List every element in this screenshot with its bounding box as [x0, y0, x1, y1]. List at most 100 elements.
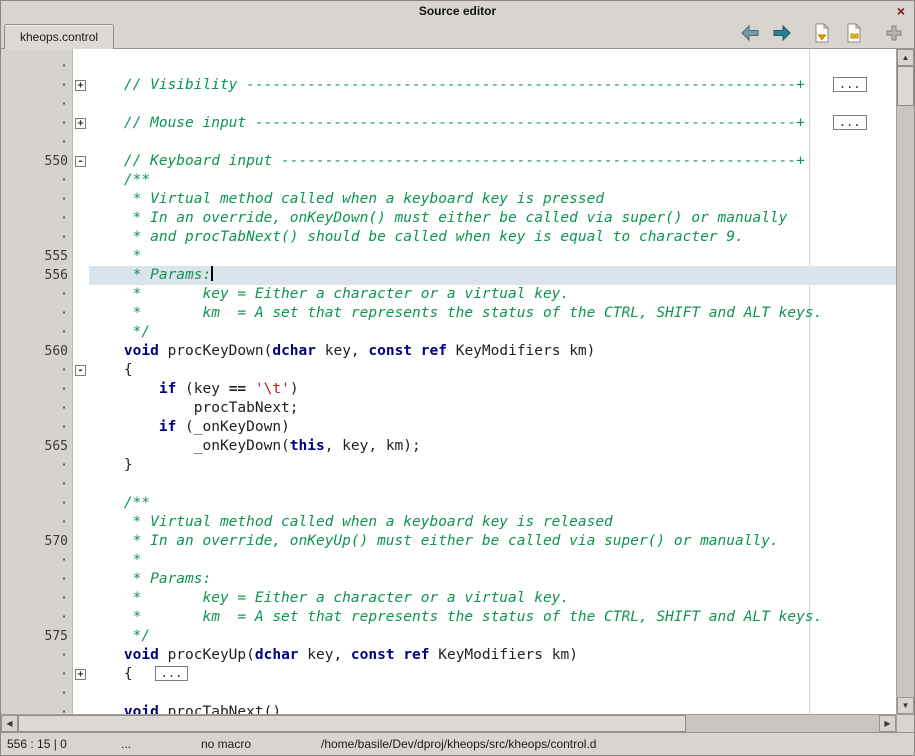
code-text[interactable]: if (key == '\t') [89, 380, 896, 399]
collapsed-fold-box[interactable]: ... [833, 115, 867, 130]
tab-kheops-control[interactable]: kheops.control [4, 24, 114, 49]
code-text[interactable] [89, 475, 896, 494]
scroll-down-icon[interactable]: ▼ [897, 697, 914, 714]
code-line[interactable]: · * Virtual method called when a keyboar… [1, 190, 896, 209]
code-text[interactable] [89, 684, 896, 703]
fold-toggle-icon[interactable]: - [75, 365, 86, 376]
code-text[interactable]: // Mouse input -------------------------… [89, 114, 896, 133]
vertical-scrollbar[interactable]: ▲ ▼ [896, 49, 914, 714]
code-line[interactable]: 556 * Params: [1, 266, 896, 285]
code-line[interactable]: · */ [1, 323, 896, 342]
document-button[interactable] [810, 23, 834, 47]
code-text[interactable]: * In an override, onKeyUp() must either … [89, 532, 896, 551]
code-line[interactable]: 555 * [1, 247, 896, 266]
code-text[interactable] [89, 57, 896, 76]
code-text[interactable]: * Virtual method called when a keyboard … [89, 513, 896, 532]
code-text[interactable]: void procKeyUp(dchar key, const ref KeyM… [89, 646, 896, 665]
code-text[interactable]: {... [89, 665, 896, 684]
code-text[interactable]: void procKeyDown(dchar key, const ref Ke… [89, 342, 896, 361]
code-line[interactable]: · * key = Either a character or a virtua… [1, 285, 896, 304]
go-forward-button[interactable] [770, 23, 794, 47]
code-line[interactable]: 550- // Keyboard input -----------------… [1, 152, 896, 171]
scroll-right-icon[interactable]: ▶ [879, 715, 896, 732]
code-line[interactable]: 575 */ [1, 627, 896, 646]
code-text[interactable]: * [89, 551, 896, 570]
keyword-text: dchar [272, 343, 316, 359]
code-line[interactable]: · [1, 57, 896, 76]
code-line[interactable]: ·+ // Mouse input ----------------------… [1, 114, 896, 133]
code-text[interactable]: */ [89, 323, 896, 342]
code-text[interactable]: procTabNext; [89, 399, 896, 418]
code-text[interactable]: * [89, 247, 896, 266]
code-editor[interactable]: ··+ // Visibility ----------------------… [1, 49, 896, 714]
code-line[interactable]: · /** [1, 171, 896, 190]
code-line[interactable]: ·+ // Visibility -----------------------… [1, 76, 896, 95]
code-line[interactable]: · void procTabNext() [1, 703, 896, 714]
code-line[interactable]: · * key = Either a character or a virtua… [1, 589, 896, 608]
document-save-button[interactable] [842, 23, 866, 47]
vertical-scrollbar-thumb[interactable] [897, 66, 914, 106]
collapsed-fold-box[interactable]: ... [155, 666, 189, 681]
code-line[interactable]: ·- { [1, 361, 896, 380]
fold-column [73, 228, 89, 247]
code-text[interactable]: // Keyboard input ----------------------… [89, 152, 896, 171]
horizontal-scrollbar-thumb[interactable] [18, 715, 686, 732]
code-line[interactable]: · procTabNext; [1, 399, 896, 418]
scroll-up-icon[interactable]: ▲ [897, 49, 914, 66]
fold-toggle-icon[interactable]: + [75, 669, 86, 680]
code-text[interactable]: * km = A set that represents the status … [89, 304, 896, 323]
scroll-left-icon[interactable]: ◀ [1, 715, 18, 732]
code-line[interactable]: · void procKeyUp(dchar key, const ref Ke… [1, 646, 896, 665]
code-text[interactable]: /** [89, 494, 896, 513]
code-text[interactable]: * In an override, onKeyDown() must eithe… [89, 209, 896, 228]
code-text[interactable]: /** [89, 171, 896, 190]
comment-text: * In an override, onKeyUp() must either … [89, 533, 779, 549]
close-icon[interactable]: × [893, 3, 909, 19]
code-line[interactable]: · if (_onKeyDown) [1, 418, 896, 437]
code-text[interactable] [89, 95, 896, 114]
code-line[interactable]: · * km = A set that represents the statu… [1, 608, 896, 627]
code-text[interactable]: * Params: [89, 570, 896, 589]
code-line[interactable]: · [1, 133, 896, 152]
code-text[interactable]: * Params: [89, 266, 896, 285]
code-text[interactable]: * key = Either a character or a virtual … [89, 285, 896, 304]
code-text[interactable]: * km = A set that represents the status … [89, 608, 896, 627]
code-line[interactable]: · * In an override, onKeyDown() must eit… [1, 209, 896, 228]
code-text[interactable]: } [89, 456, 896, 475]
fold-toggle-icon[interactable]: + [75, 80, 86, 91]
code-line[interactable]: · } [1, 456, 896, 475]
horizontal-scrollbar[interactable]: ◀ ▶ [1, 714, 896, 732]
code-text[interactable]: { [89, 361, 896, 380]
code-text[interactable]: * Virtual method called when a keyboard … [89, 190, 896, 209]
code-line[interactable]: 570 * In an override, onKeyUp() must eit… [1, 532, 896, 551]
code-line[interactable]: · * km = A set that represents the statu… [1, 304, 896, 323]
go-back-button[interactable] [738, 23, 762, 47]
code-line[interactable]: ·+ {... [1, 665, 896, 684]
code-line[interactable]: · if (key == '\t') [1, 380, 896, 399]
code-text[interactable]: void procTabNext() [89, 703, 896, 714]
code-line[interactable]: 560 void procKeyDown(dchar key, const re… [1, 342, 896, 361]
fold-toggle-icon[interactable]: - [75, 156, 86, 167]
comment-text: * Virtual method called when a keyboard … [89, 191, 604, 207]
code-line[interactable]: · * [1, 551, 896, 570]
code-line[interactable]: 565 _onKeyDown(this, key, km); [1, 437, 896, 456]
code-line[interactable]: · [1, 475, 896, 494]
keyword-text: dchar [255, 647, 299, 663]
fold-column [73, 247, 89, 266]
code-text[interactable]: // Visibility --------------------------… [89, 76, 896, 95]
code-text[interactable] [89, 133, 896, 152]
code-line[interactable]: · /** [1, 494, 896, 513]
code-text[interactable]: if (_onKeyDown) [89, 418, 896, 437]
code-text[interactable]: * and procTabNext() should be called whe… [89, 228, 896, 247]
detach-button[interactable] [882, 23, 906, 47]
collapsed-fold-box[interactable]: ... [833, 77, 867, 92]
code-line[interactable]: · * Params: [1, 570, 896, 589]
code-line[interactable]: · [1, 684, 896, 703]
code-line[interactable]: · [1, 95, 896, 114]
code-text[interactable]: * key = Either a character or a virtual … [89, 589, 896, 608]
code-text[interactable]: _onKeyDown(this, key, km); [89, 437, 896, 456]
fold-toggle-icon[interactable]: + [75, 118, 86, 129]
code-line[interactable]: · * and procTabNext() should be called w… [1, 228, 896, 247]
code-line[interactable]: · * Virtual method called when a keyboar… [1, 513, 896, 532]
code-text[interactable]: */ [89, 627, 896, 646]
